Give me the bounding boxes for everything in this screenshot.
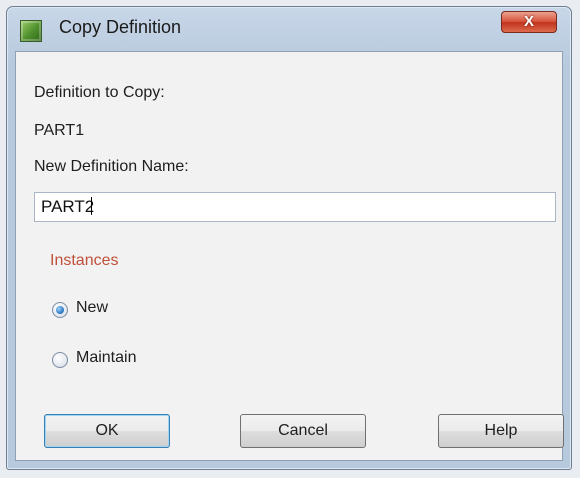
dialog-body: Definition to Copy: PART1 New Definition… <box>15 51 564 461</box>
help-button[interactable]: Help <box>438 414 564 448</box>
radio-maintain[interactable] <box>52 352 68 368</box>
definition-to-copy-label: Definition to Copy: <box>34 84 165 101</box>
copy-definition-dialog: Copy Definition X Definition to Copy: PA… <box>6 6 572 470</box>
close-button[interactable]: X <box>501 11 557 33</box>
radio-maintain-label[interactable]: Maintain <box>76 349 136 367</box>
radio-new-label[interactable]: New <box>76 299 108 317</box>
app-icon <box>20 20 42 42</box>
title-bar[interactable]: Copy Definition X <box>7 7 571 51</box>
radio-new[interactable] <box>52 302 68 318</box>
cancel-button[interactable]: Cancel <box>240 414 366 448</box>
ok-button[interactable]: OK <box>44 414 170 448</box>
new-definition-name-value: PART2 <box>41 197 95 216</box>
text-caret <box>91 197 93 215</box>
new-definition-name-label: New Definition Name: <box>34 158 189 175</box>
window-title: Copy Definition <box>59 17 182 37</box>
new-definition-name-input[interactable]: PART2 <box>34 192 556 222</box>
instances-group-label: Instances <box>50 252 119 269</box>
definition-to-copy-value: PART1 <box>34 122 85 139</box>
